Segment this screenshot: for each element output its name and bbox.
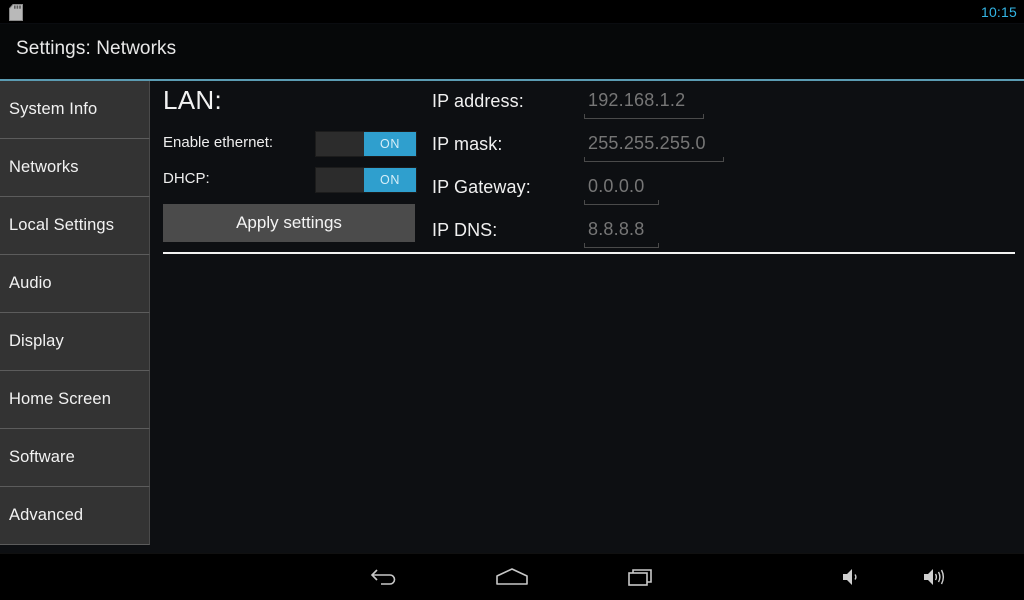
android-navigation-bar <box>0 553 1024 600</box>
underline-tick-r <box>723 157 724 162</box>
ip-input-value: 255.255.255.0 <box>588 133 706 153</box>
ip-input-underline <box>584 113 704 119</box>
toggle-thumb: ON <box>364 132 416 156</box>
back-icon[interactable] <box>344 554 424 600</box>
ip-input-value: 8.8.8.8 <box>588 219 645 239</box>
toggle-switch[interactable]: ON <box>315 131 417 157</box>
toggle-state-label: ON <box>380 173 400 187</box>
underline-tick-r <box>703 114 704 119</box>
toggle-label: Enable ethernet: <box>163 134 274 151</box>
ip-input[interactable]: 0.0.0.0 <box>584 173 659 205</box>
underline-bar <box>584 161 724 162</box>
underline-tick-l <box>584 157 585 162</box>
sidebar-item-label: Local Settings <box>9 216 115 234</box>
home-icon[interactable] <box>472 554 552 600</box>
sidebar-item-advanced[interactable]: Advanced <box>0 487 150 545</box>
sidebar-item-system-info[interactable]: System Info <box>0 81 150 139</box>
underline-bar <box>584 118 704 119</box>
page-title: Settings: Networks <box>16 38 177 59</box>
ip-row-ip-gateway: IP Gateway: 0.0.0.0 <box>432 173 1012 207</box>
ip-input-value: 192.168.1.2 <box>588 90 686 110</box>
underline-tick-r <box>658 200 659 205</box>
sidebar-item-label: System Info <box>9 100 98 118</box>
toggle-state-label: ON <box>380 137 400 151</box>
sidebar-item-local-settings[interactable]: Local Settings <box>0 197 150 255</box>
sidebar-item-networks[interactable]: Networks <box>0 139 150 197</box>
status-bar: 10:15 <box>0 0 1024 24</box>
main-content: LAN: Enable ethernet: ON DHCP: ON Apply set… <box>150 81 1024 553</box>
ip-field-label: IP Gateway: <box>432 177 531 197</box>
ip-input-underline <box>584 156 724 162</box>
device-screen: 10:15 Settings: Networks System Info Netw… <box>0 0 1024 600</box>
sidebar-item-label: Audio <box>9 274 52 292</box>
content-divider <box>163 252 1015 254</box>
sidebar-item-software[interactable]: Software <box>0 429 150 487</box>
sd-card-icon <box>9 4 23 21</box>
apply-settings-button[interactable]: Apply settings <box>163 204 415 242</box>
ip-row-ip-dns: IP DNS: 8.8.8.8 <box>432 216 1012 250</box>
volume-up-icon[interactable] <box>905 554 965 600</box>
underline-bar <box>584 247 659 248</box>
underline-tick-l <box>584 114 585 119</box>
recents-icon[interactable] <box>601 554 681 600</box>
ip-input[interactable]: 255.255.255.0 <box>584 130 724 162</box>
ip-field-label: IP DNS: <box>432 220 498 240</box>
toggle-thumb: ON <box>364 168 416 192</box>
ip-input[interactable]: 8.8.8.8 <box>584 216 659 248</box>
sidebar-item-display[interactable]: Display <box>0 313 150 371</box>
sidebar-item-label: Advanced <box>9 506 84 524</box>
underline-bar <box>584 204 659 205</box>
sidebar-item-label: Software <box>9 448 75 466</box>
ip-field-label: IP address: <box>432 91 524 111</box>
settings-sidebar: System Info Networks Local Settings Audio Di… <box>0 81 150 553</box>
sidebar-item-home-screen[interactable]: Home Screen <box>0 371 150 429</box>
ip-row-ip-mask: IP mask: 255.255.255.0 <box>432 130 1012 164</box>
toggle-switch[interactable]: ON <box>315 167 417 193</box>
toggle-row-enable-ethernet: Enable ethernet: ON <box>163 131 433 157</box>
title-bar: Settings: Networks <box>0 24 1024 79</box>
sidebar-item-label: Networks <box>9 158 79 176</box>
ip-input-underline <box>584 199 659 205</box>
ip-field-label: IP mask: <box>432 134 503 154</box>
ip-input-value: 0.0.0.0 <box>588 176 645 196</box>
sidebar-item-label: Home Screen <box>9 390 111 408</box>
sidebar-item-audio[interactable]: Audio <box>0 255 150 313</box>
underline-tick-l <box>584 243 585 248</box>
ip-row-ip-address: IP address: 192.168.1.2 <box>432 87 1012 121</box>
ip-input-underline <box>584 242 659 248</box>
sidebar-item-label: Display <box>9 332 64 350</box>
ip-input[interactable]: 192.168.1.2 <box>584 87 704 119</box>
volume-down-icon[interactable] <box>822 554 882 600</box>
status-bar-clock: 10:15 <box>980 4 1017 20</box>
lan-section-heading: LAN: <box>163 85 223 115</box>
underline-tick-l <box>584 200 585 205</box>
underline-tick-r <box>658 243 659 248</box>
toggle-row-dhcp: DHCP: ON <box>163 167 433 193</box>
toggle-label: DHCP: <box>163 170 210 187</box>
